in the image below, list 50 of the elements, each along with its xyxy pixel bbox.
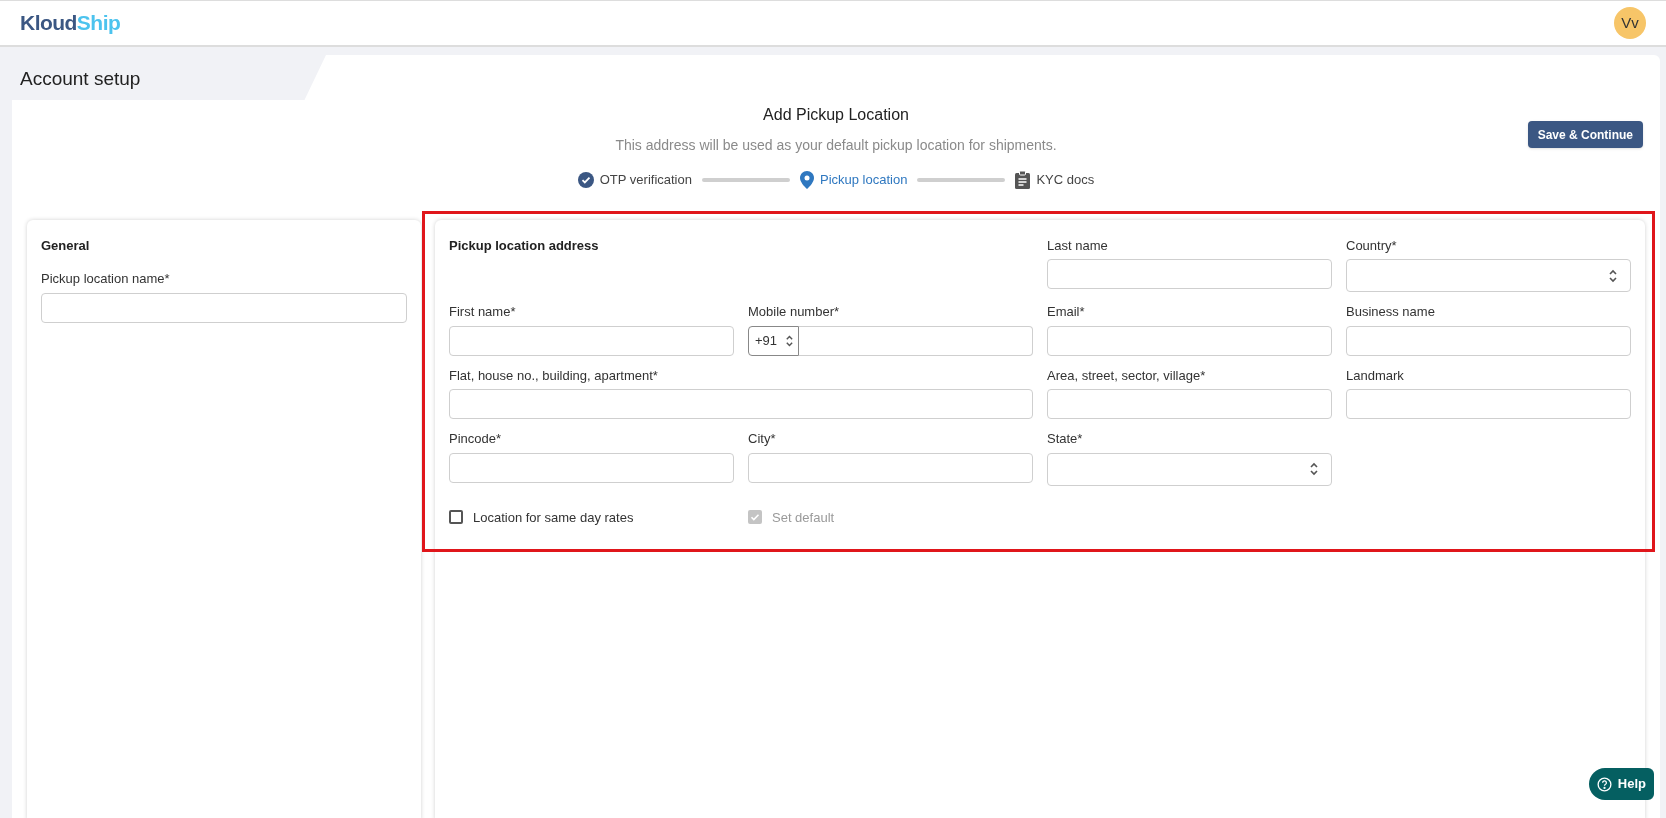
avatar[interactable]: Vv [1614, 7, 1646, 39]
logo-text: Ship [76, 10, 121, 37]
panel-title: General [41, 236, 91, 255]
map-pin-icon [800, 170, 814, 189]
input-field[interactable] [748, 452, 1033, 483]
input-field[interactable] [1047, 259, 1332, 289]
subtitle: This address will be used as your default pickup location for shipments. [615, 136, 1057, 155]
step: OTP verification [577, 170, 692, 190]
input-field[interactable] [449, 452, 734, 483]
logo-text: Kloud [20, 10, 77, 37]
field-label: State* [1047, 430, 1084, 448]
help-button[interactable]: Help [1588, 768, 1654, 800]
check-icon [750, 512, 760, 523]
section-title: Add Pickup Location [763, 105, 909, 125]
input-field[interactable] [449, 325, 734, 356]
input-field[interactable] [41, 292, 407, 323]
field-label: Mobile number* [748, 303, 841, 321]
checkbox-label: Location for same day rates [473, 508, 634, 527]
input-field[interactable] [799, 325, 1033, 356]
field-label: Pickup location name* [41, 270, 171, 288]
input-field[interactable] [1346, 325, 1631, 356]
input-field[interactable] [1346, 389, 1631, 419]
field-label: Email* [1047, 303, 1086, 321]
field-label: First name* [449, 303, 517, 321]
field-label: Area, street, sector, village* [1047, 366, 1207, 385]
field-label: City* [748, 430, 777, 448]
country-code-select[interactable]: +91 [748, 325, 799, 356]
input-field[interactable] [1047, 325, 1332, 356]
input-field[interactable] [1047, 389, 1332, 419]
field-label: Landmark [1346, 366, 1405, 385]
field-label: Pincode* [449, 430, 503, 448]
checkbox-label: Set default [772, 508, 835, 527]
field-label: Flat, house no., building, apartment* [449, 366, 659, 385]
select-field[interactable] [1047, 452, 1332, 486]
up-down-chevron-icon [1309, 461, 1319, 477]
field-label: Last name [1047, 236, 1109, 255]
step: KYC docs [1015, 170, 1095, 190]
panel-title: Pickup location address [449, 236, 600, 255]
up-down-chevron-icon [1608, 267, 1618, 284]
step: Pickup location [800, 170, 908, 190]
check-circle-icon [577, 171, 594, 188]
field-label: Business name [1346, 303, 1436, 321]
clipboard-icon [1015, 170, 1031, 189]
save-continue-button[interactable]: Save & Continue [1527, 121, 1643, 148]
field-label: Country* [1346, 236, 1398, 255]
select-field[interactable] [1346, 259, 1631, 292]
page-title: Account setup [19, 67, 142, 91]
input-field[interactable] [449, 389, 1033, 419]
checkbox[interactable] [449, 510, 463, 525]
question-circle-icon [1596, 776, 1612, 792]
